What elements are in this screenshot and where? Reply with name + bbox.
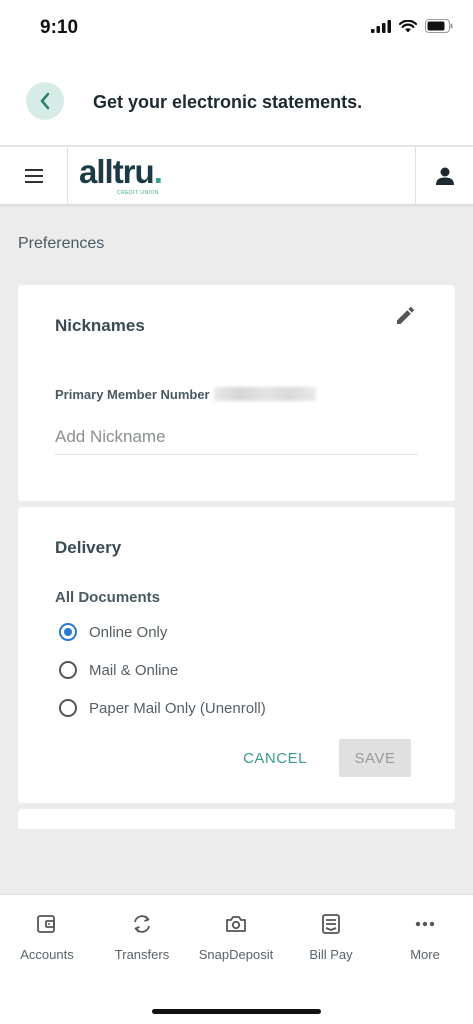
nicknames-title: Nicknames [55,316,145,335]
nav-accounts[interactable]: Accounts [0,911,94,962]
chevron-left-icon [40,92,50,110]
app-bar: alltru. CREDIT UNION [0,147,473,205]
nav-label: Accounts [20,947,74,962]
radio-label: Mail & Online [89,661,179,679]
menu-button[interactable] [0,147,68,205]
nav-label: Transfers [114,947,170,962]
radio-mail-and-online[interactable]: Mail & Online [59,661,178,679]
radio-button[interactable] [59,661,77,679]
primary-member-number-label: Primary Member Number [55,387,210,402]
radio-button[interactable] [59,699,77,717]
battery-icon [425,19,453,33]
redacted-member-number [214,387,316,401]
all-documents-label: All Documents [55,589,161,606]
nav-transfers[interactable]: Transfers [95,911,189,962]
cancel-button[interactable]: CANCEL [240,739,310,777]
radio-paper-mail-only[interactable]: Paper Mail Only (Unenroll) [59,699,266,717]
radio-label: Paper Mail Only (Unenroll) [89,699,266,717]
camera-icon [223,911,249,937]
nav-more[interactable]: More [378,911,472,962]
status-time: 9:10 [40,17,79,38]
nav-label: Bill Pay [309,947,353,962]
radio-button[interactable] [59,623,77,641]
pencil-icon [396,306,414,324]
nav-snapdeposit[interactable]: SnapDeposit [189,911,283,962]
profile-button[interactable] [415,147,473,205]
radio-label: Online Only [89,623,168,641]
save-button[interactable]: SAVE [339,739,411,777]
nav-label: SnapDeposit [198,947,274,962]
wifi-icon [399,19,417,32]
hamburger-menu-icon [24,169,43,183]
delivery-card: Delivery All Documents Online Only Mail … [18,507,455,803]
alltru-logo[interactable]: alltru. CREDIT UNION [79,155,179,199]
delivery-title: Delivery [55,538,122,557]
status-icons [371,19,453,33]
user-icon [435,167,454,185]
page-title: Get your electronic statements. [93,92,363,112]
more-dots-icon [412,911,438,937]
wallet-icon [34,911,60,937]
home-indicator [152,1009,321,1014]
next-card-partial [18,809,455,829]
bill-icon [318,911,344,937]
bottom-nav: Accounts Transfers SnapDeposit Bill Pay … [0,894,473,1024]
nicknames-card: Nicknames Primary Member Number [18,285,455,501]
status-bar: 9:10 [0,0,473,56]
section-title: Preferences [18,235,105,252]
top-header: Get your electronic statements. [0,56,473,146]
edit-nickname-button[interactable] [393,303,417,327]
nickname-input[interactable] [55,419,418,455]
nav-label: More [410,947,440,962]
radio-online-only[interactable]: Online Only [59,623,167,641]
logo-subtext: CREDIT UNION [117,190,160,196]
logo-text: alltru. [79,153,163,190]
back-button[interactable] [26,82,64,120]
nav-bill-pay[interactable]: Bill Pay [284,911,378,962]
cellular-signal-icon [371,19,391,33]
transfer-arrows-icon [129,911,155,937]
